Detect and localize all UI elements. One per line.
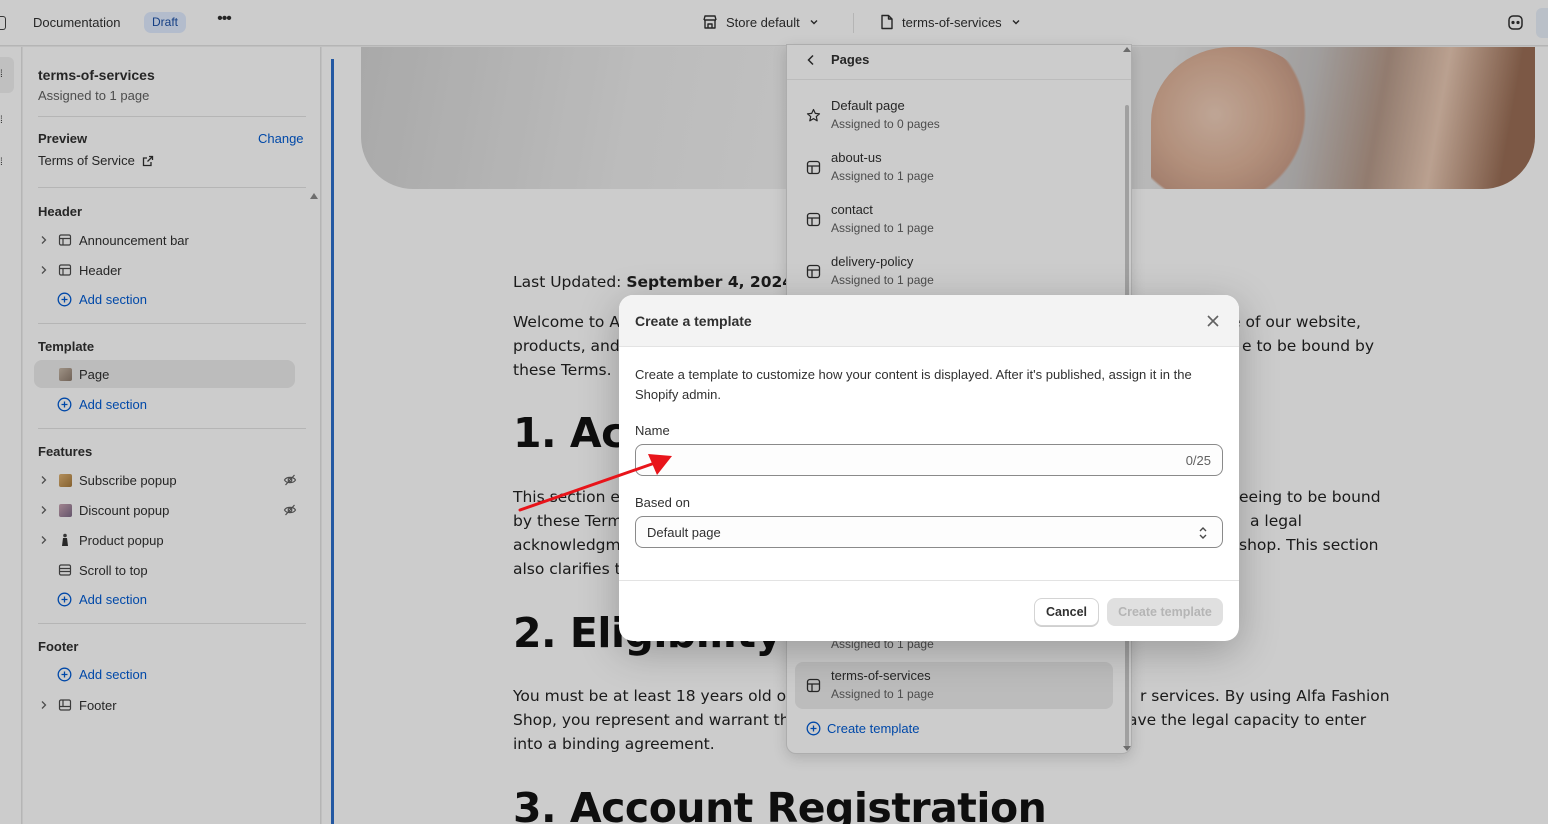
- close-icon[interactable]: [1204, 312, 1222, 330]
- modal-title: Create a template: [635, 313, 752, 329]
- modal-header: Create a template: [619, 295, 1239, 347]
- template-name-input[interactable]: [646, 445, 1166, 475]
- cancel-button[interactable]: Cancel: [1034, 598, 1099, 626]
- based-on-value: Default page: [647, 525, 721, 540]
- modal-footer: Cancel Create template: [619, 580, 1239, 641]
- create-template-modal: Create a template Create a template to c…: [619, 295, 1239, 641]
- character-count: 0/25: [1185, 453, 1211, 468]
- select-arrows-icon: [1199, 527, 1207, 539]
- name-field[interactable]: 0/25: [635, 444, 1223, 476]
- based-on-select[interactable]: Default page: [635, 516, 1223, 548]
- modal-description: Create a template to customize how your …: [635, 367, 1192, 402]
- annotation-arrow-icon: [518, 454, 672, 512]
- name-label: Name: [635, 423, 670, 438]
- create-template-button[interactable]: Create template: [1107, 598, 1223, 626]
